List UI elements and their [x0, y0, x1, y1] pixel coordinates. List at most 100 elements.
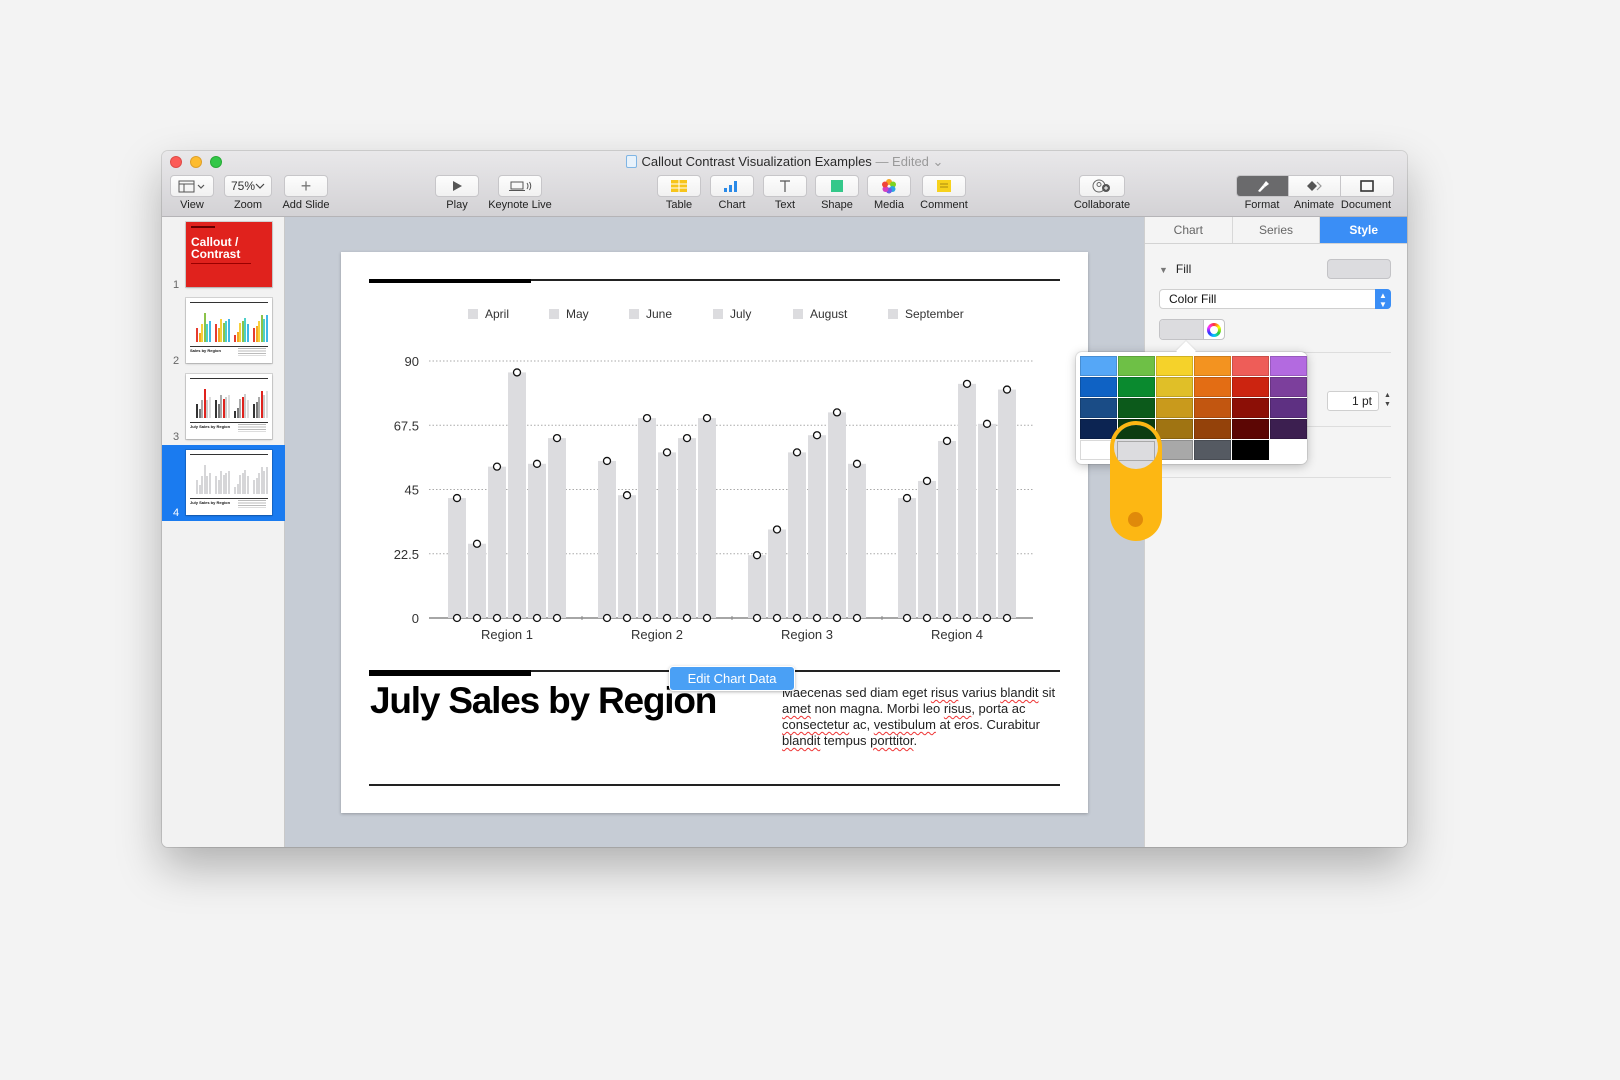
document-title[interactable]: Callout Contrast Visualization Examples … — [162, 154, 1407, 170]
slide[interactable]: April May June July August September 0 22.5 45 67… — [341, 252, 1088, 813]
color-swatch-6[interactable] — [1080, 377, 1117, 397]
color-swatch-9[interactable] — [1194, 377, 1231, 397]
legend-swatch — [468, 309, 478, 319]
color-swatch-2[interactable] — [1156, 356, 1193, 376]
view-sidebar-icon — [178, 180, 205, 193]
color-swatch-12[interactable] — [1080, 398, 1117, 418]
thumbnail-bar — [246, 400, 249, 418]
color-swatch-21[interactable] — [1194, 419, 1231, 439]
color-swatch-16[interactable] — [1232, 398, 1269, 418]
edit-chart-data-button[interactable]: Edit Chart Data — [669, 666, 795, 691]
bar-top-handle — [922, 476, 932, 486]
table-button[interactable] — [657, 175, 701, 197]
bar-chart[interactable]: April May June July August September 0 22.5 45 67… — [341, 252, 1088, 652]
y-tick-label: 22.5 — [394, 547, 419, 562]
slide-title[interactable]: July Sales by Region — [370, 680, 717, 722]
body-text-run: Maecenas sed diam eget — [782, 685, 931, 700]
highlight-dot — [1128, 512, 1143, 527]
bar-june-3 — [788, 452, 806, 618]
color-swatch-23[interactable] — [1270, 419, 1307, 439]
thumbnail-bar — [246, 476, 249, 494]
color-swatch-15[interactable] — [1194, 398, 1231, 418]
color-swatch-7[interactable] — [1118, 377, 1155, 397]
fill-preview-swatch[interactable] — [1327, 259, 1391, 279]
color-swatch-11[interactable] — [1270, 377, 1307, 397]
bar-top-handle — [832, 408, 842, 417]
slide-navigator: Callout / Contrast 1 Sales by Region 2 J… — [162, 217, 285, 847]
fill-section-toggle[interactable]: ▼ Fill — [1159, 262, 1191, 276]
slide-body-text[interactable]: Maecenas sed diam eget risus varius blan… — [782, 685, 1062, 749]
color-swatch-28[interactable] — [1232, 440, 1269, 460]
media-button[interactable] — [867, 175, 911, 197]
x-category-label: Region 2 — [631, 627, 683, 642]
color-wheel-icon[interactable] — [1207, 323, 1221, 337]
slide-preview: Sales by Region — [186, 298, 272, 363]
collaborate-button[interactable] — [1079, 175, 1125, 197]
view-button[interactable] — [170, 175, 214, 197]
keynote-document-icon — [625, 155, 637, 168]
edited-status: — Edited ⌄ — [875, 154, 944, 169]
keynote-live-button[interactable] — [498, 175, 542, 197]
color-swatch-22[interactable] — [1232, 419, 1269, 439]
color-swatch-17[interactable] — [1270, 398, 1307, 418]
color-swatch-20[interactable] — [1156, 419, 1193, 439]
color-swatch-4[interactable] — [1232, 356, 1269, 376]
color-swatch-5[interactable] — [1270, 356, 1307, 376]
color-swatch-27[interactable] — [1194, 440, 1231, 460]
slide-thumbnail-1[interactable]: Callout / Contrast 1 — [162, 217, 285, 293]
paintbrush-icon — [1257, 181, 1269, 192]
bar-base-handle — [622, 613, 632, 623]
document-button[interactable] — [1341, 176, 1393, 196]
misspelled-word: porttitor — [870, 733, 914, 748]
color-swatch-0[interactable] — [1080, 356, 1117, 376]
color-swatch-button[interactable] — [1160, 320, 1204, 339]
bar-base-handle — [642, 613, 652, 623]
body-text-run: , porta ac — [971, 701, 1026, 716]
text-label: Text — [774, 199, 796, 211]
zoom-dropdown[interactable]: 75% — [224, 175, 272, 197]
slide-preview: July Sales by Region — [186, 450, 272, 515]
format-button[interactable] — [1237, 176, 1289, 196]
table-label: Table — [665, 199, 693, 211]
comment-button[interactable] — [922, 175, 966, 197]
middle-rule-accent — [369, 670, 531, 676]
play-button[interactable] — [435, 175, 479, 197]
fill-type-select[interactable]: Color Fill ▲ ▼ — [1159, 289, 1391, 309]
slide-number: 4 — [173, 507, 180, 519]
tab-style[interactable]: Style — [1320, 217, 1407, 243]
slide-thumbnail-4[interactable]: July Sales by Region 4 — [162, 445, 285, 521]
slide-thumbnail-2[interactable]: Sales by Region 2 — [162, 293, 285, 369]
shape-button[interactable] — [815, 175, 859, 197]
bar-july-2 — [658, 452, 676, 618]
animate-button[interactable] — [1289, 176, 1341, 196]
bar-top-handle — [622, 491, 632, 500]
bar-july-1 — [508, 372, 526, 618]
tab-chart[interactable]: Chart — [1145, 217, 1233, 243]
bar-september-2 — [698, 418, 716, 618]
bar-base-handle — [772, 613, 782, 623]
stroke-width-field[interactable]: 1 pt — [1327, 391, 1379, 411]
select-stepper-icon: ▲ ▼ — [1375, 289, 1391, 309]
color-swatch-10[interactable] — [1232, 377, 1269, 397]
bar-base-handle — [942, 613, 952, 623]
color-swatch-3[interactable] — [1194, 356, 1231, 376]
keynote-live-icon — [509, 181, 532, 191]
fill-color-well[interactable] — [1159, 319, 1225, 340]
color-swatch-1[interactable] — [1118, 356, 1155, 376]
text-button[interactable] — [763, 175, 807, 197]
slide-thumbnail-3[interactable]: July Sales by Region 3 — [162, 369, 285, 445]
chart-button[interactable] — [710, 175, 754, 197]
color-swatch-8[interactable] — [1156, 377, 1193, 397]
tab-series[interactable]: Series — [1232, 217, 1321, 243]
y-tick-label: 45 — [405, 483, 419, 498]
bar-april-1 — [448, 498, 466, 618]
bar-june-1 — [488, 466, 506, 618]
color-swatch-13[interactable] — [1118, 398, 1155, 418]
add-slide-button[interactable]: + — [284, 175, 328, 197]
bar-september-3 — [848, 463, 866, 618]
slide-number: 2 — [173, 355, 180, 367]
toolbar: Callout Contrast Visualization Examples … — [162, 151, 1407, 217]
color-swatch-14[interactable] — [1156, 398, 1193, 418]
stroke-width-stepper[interactable]: ▲ ▼ — [1382, 391, 1393, 411]
thumbnail-bar — [227, 394, 230, 418]
